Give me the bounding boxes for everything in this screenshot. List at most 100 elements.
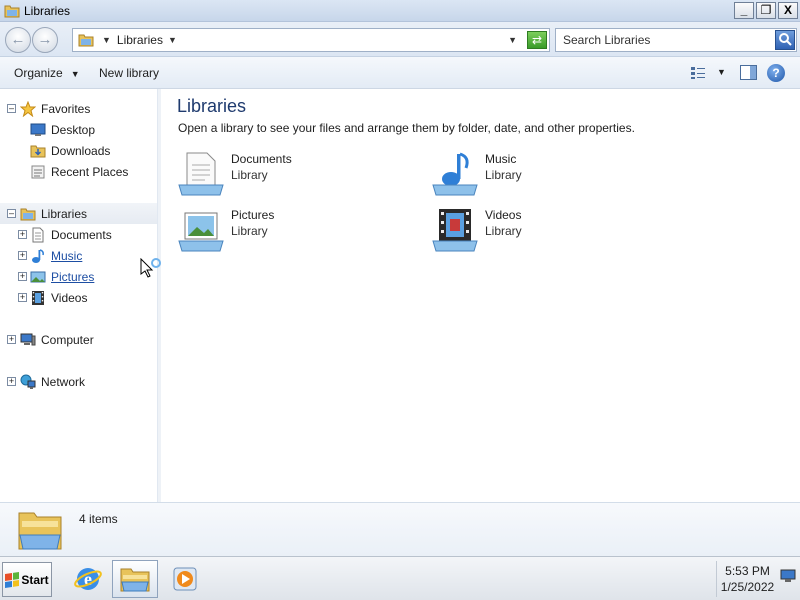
- library-videos-name: Videos: [485, 208, 522, 222]
- search-button[interactable]: [775, 30, 795, 50]
- documents-library-icon: [178, 152, 224, 196]
- videos-library-icon: [432, 209, 478, 252]
- nav-computer[interactable]: + Computer: [0, 329, 157, 350]
- change-view-icon[interactable]: [690, 66, 706, 80]
- nav-pictures[interactable]: + Pictures: [0, 266, 157, 287]
- preview-pane-icon[interactable]: [740, 65, 757, 80]
- nav-music-label: Music: [51, 248, 83, 263]
- desktop-icon: [30, 123, 46, 136]
- item-count: 4 items: [79, 512, 118, 526]
- nav-pictures-label: Pictures: [51, 269, 95, 284]
- library-pictures[interactable]: Pictures Library: [177, 207, 417, 257]
- libraries-folder-icon: [4, 5, 20, 17]
- library-music-type: Library: [485, 168, 522, 182]
- windows-explorer-icon: [120, 568, 150, 592]
- nav-computer-label: Computer: [41, 332, 94, 347]
- taskbar: Start e 5:53 PM 1/25/2022: [0, 556, 800, 600]
- nav-recent-places-label: Recent Places: [51, 164, 129, 179]
- taskbar-windows-explorer[interactable]: [112, 560, 158, 598]
- network-tray-icon[interactable]: [780, 569, 796, 583]
- expand-icon[interactable]: +: [7, 335, 16, 344]
- library-videos[interactable]: Videos Library: [431, 207, 671, 257]
- recent-places-icon: [31, 165, 45, 178]
- busy-cursor-icon: [140, 258, 161, 278]
- breadcrumb-libraries[interactable]: Libraries: [117, 33, 163, 47]
- window-controls: _ ❐ X: [734, 2, 798, 19]
- media-player-icon: [173, 567, 197, 591]
- computer-icon: [20, 333, 36, 345]
- system-clock[interactable]: 5:53 PM 1/25/2022: [716, 561, 778, 597]
- expand-icon[interactable]: +: [7, 377, 16, 386]
- search-icon: [779, 33, 792, 46]
- organize-label: Organize: [14, 66, 63, 80]
- collapse-icon[interactable]: –: [7, 209, 16, 218]
- address-box[interactable]: ▼ Libraries ▼ ▼ ⇄: [72, 28, 550, 52]
- forward-arrow-icon: →: [37, 31, 53, 48]
- view-options-dropdown-icon[interactable]: ▼: [717, 67, 726, 77]
- back-button[interactable]: ←: [5, 27, 31, 53]
- help-button[interactable]: ?: [767, 64, 785, 82]
- collapse-icon[interactable]: –: [7, 104, 16, 113]
- start-button[interactable]: Start: [2, 562, 52, 597]
- star-icon: [20, 100, 36, 117]
- breadcrumb-dropdown-icon[interactable]: ▼: [168, 35, 177, 45]
- nav-recent-places[interactable]: Recent Places: [0, 161, 157, 182]
- library-music[interactable]: Music Library: [431, 151, 671, 201]
- library-pictures-name: Pictures: [231, 208, 275, 222]
- libraries-folder-icon: [20, 208, 36, 220]
- music-note-icon: [32, 248, 44, 263]
- nav-libraries[interactable]: – Libraries: [0, 203, 157, 224]
- refresh-icon: ⇄: [531, 33, 543, 47]
- page-title: Libraries: [177, 96, 247, 116]
- network-icon: [20, 374, 36, 389]
- library-music-name: Music: [485, 152, 517, 166]
- nav-desktop[interactable]: Desktop: [0, 119, 157, 140]
- taskbar-internet-explorer[interactable]: e: [65, 560, 111, 598]
- start-label: Start: [21, 572, 49, 587]
- nav-videos[interactable]: + Videos: [0, 287, 157, 308]
- refresh-button[interactable]: ⇄: [527, 31, 547, 49]
- new-library-button[interactable]: New library: [99, 66, 159, 80]
- windows-logo-icon: [5, 571, 20, 588]
- library-documents-name: Documents: [231, 152, 292, 166]
- navigation-pane: – Favorites Desktop Downloads Recent Pla…: [0, 89, 158, 502]
- nav-desktop-label: Desktop: [51, 122, 96, 137]
- search-input[interactable]: [556, 29, 774, 51]
- maximize-button[interactable]: ❐: [756, 2, 776, 19]
- expand-icon[interactable]: +: [18, 251, 27, 260]
- chevron-down-icon: ▼: [70, 69, 80, 79]
- internet-explorer-icon: e: [74, 568, 102, 590]
- search-box: [555, 28, 797, 52]
- library-pictures-type: Library: [231, 224, 268, 238]
- address-history-dropdown-icon[interactable]: ▼: [508, 35, 517, 45]
- close-button[interactable]: X: [778, 2, 798, 19]
- film-strip-icon: [32, 290, 44, 305]
- organize-button[interactable]: Organize ▼: [14, 66, 80, 80]
- page-subtitle: Open a library to see your files and arr…: [178, 121, 635, 135]
- minimize-button[interactable]: _: [734, 2, 754, 19]
- expand-icon[interactable]: +: [18, 272, 27, 281]
- libraries-folder-icon: [78, 34, 94, 47]
- documents-icon: [32, 227, 44, 242]
- back-arrow-icon: ←: [10, 31, 26, 48]
- expand-icon[interactable]: +: [18, 230, 27, 239]
- library-documents[interactable]: Documents Library: [177, 151, 417, 201]
- nav-videos-label: Videos: [51, 290, 88, 305]
- nav-favorites-label: Favorites: [41, 101, 91, 116]
- nav-favorites[interactable]: – Favorites: [0, 98, 157, 119]
- breadcrumb-chevron-icon[interactable]: ▼: [102, 35, 111, 45]
- content-area: Libraries Open a library to see your fil…: [161, 89, 800, 502]
- nav-music[interactable]: + Music: [0, 245, 157, 266]
- taskbar-media-player[interactable]: [162, 560, 208, 598]
- expand-icon[interactable]: +: [18, 293, 27, 302]
- window-title: Libraries: [24, 3, 71, 18]
- libraries-folder-icon: [18, 512, 62, 550]
- details-pane: 4 items: [0, 502, 800, 556]
- nav-downloads[interactable]: Downloads: [0, 140, 157, 161]
- command-bar: Organize ▼ New library ▼ ?: [0, 57, 800, 89]
- forward-button[interactable]: →: [32, 27, 58, 53]
- clock-date: 1/25/2022: [720, 580, 775, 594]
- nav-network-label: Network: [41, 374, 86, 389]
- nav-network[interactable]: + Network: [0, 371, 157, 392]
- nav-documents[interactable]: + Documents: [0, 224, 157, 245]
